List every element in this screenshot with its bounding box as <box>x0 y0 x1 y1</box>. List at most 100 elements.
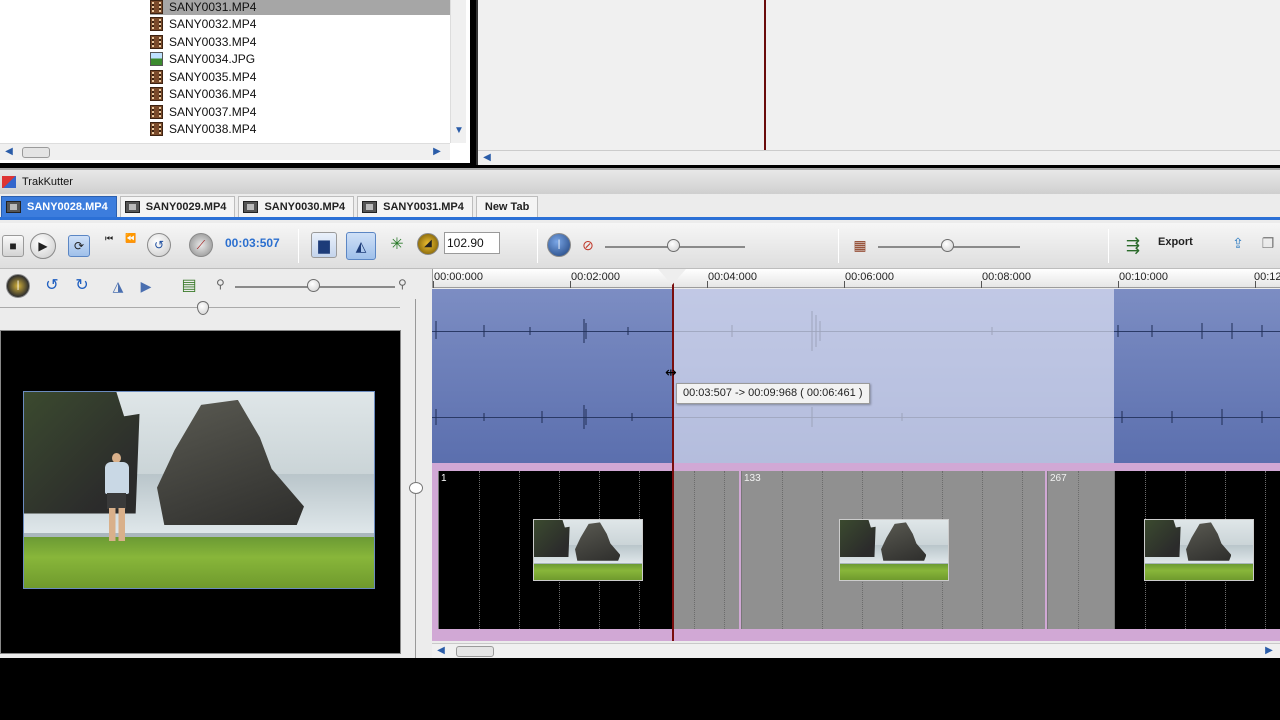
scroll-right-icon[interactable]: ▶ <box>430 145 444 159</box>
video-file-icon <box>150 121 163 136</box>
brightness-icon: | <box>557 239 561 250</box>
scroll-down-icon[interactable]: ▼ <box>452 124 466 138</box>
file-item[interactable]: SANY0037.MP4 <box>150 103 450 120</box>
clip-segment[interactable]: 133 <box>741 471 1045 629</box>
video-file-icon <box>150 69 163 84</box>
tab-sany0028[interactable]: SANY0028.MP4 <box>1 196 117 217</box>
file-item[interactable]: SANY0033.MP4 <box>150 33 450 50</box>
levels-button[interactable]: ▆ <box>311 232 337 258</box>
playhead-handle[interactable] <box>658 269 686 285</box>
clip-segment[interactable] <box>1114 471 1280 629</box>
scroll-right-icon[interactable]: ▶ <box>1262 644 1276 658</box>
preview-horizontal-scrollbar[interactable]: ◀ <box>478 150 1280 164</box>
speed-input[interactable]: 102.90 <box>444 232 500 254</box>
file-name: SANY0032.MP4 <box>169 16 257 31</box>
rotate-left-button[interactable]: ↺ <box>42 276 62 296</box>
jump-icon: ↺ <box>153 238 165 252</box>
file-name: SANY0034.JPG <box>169 51 256 66</box>
flip-horizontal-button[interactable]: ◮ <box>108 276 128 296</box>
brightness-knob[interactable]: | <box>547 233 571 257</box>
effects-button[interactable]: ✳ <box>384 232 410 258</box>
scroll-thumb[interactable] <box>456 646 494 657</box>
file-item[interactable]: SANY0034.JPG <box>150 50 450 67</box>
loop-button[interactable]: ⟳ <box>68 235 90 257</box>
playhead-line[interactable] <box>672 269 674 641</box>
audio-waveform[interactable] <box>432 289 1280 463</box>
power-button[interactable]: | <box>6 274 30 298</box>
video-file-icon <box>150 34 163 49</box>
video-thumbnail-track[interactable]: 1 133 267 <box>432 463 1280 641</box>
contrast-slider-knob[interactable] <box>941 239 954 252</box>
stop-button[interactable]: ■ <box>2 235 24 257</box>
export-button[interactable]: ⇶ <box>1116 232 1150 258</box>
scroll-thumb[interactable] <box>22 147 50 158</box>
rotate-right-icon: ↻ <box>75 277 89 294</box>
file-item[interactable]: SANY0036.MP4 <box>150 85 450 102</box>
ruler-tick: 00:10:000 <box>1119 271 1168 283</box>
scroll-left-icon[interactable]: ◀ <box>480 151 494 165</box>
video-file-icon <box>150 104 163 119</box>
tab-sany0029[interactable]: SANY0029.MP4 <box>119 196 236 217</box>
flip-vertical-button[interactable]: ▶ <box>136 276 156 296</box>
selection-range[interactable] <box>673 289 1114 463</box>
skip-start-button[interactable]: ⏮ <box>100 231 118 245</box>
tab-label: SANY0030.MP4 <box>264 201 346 213</box>
loop-icon: ⟳ <box>73 239 85 253</box>
scroll-left-icon[interactable]: ◀ <box>434 644 448 658</box>
video-preview[interactable] <box>0 330 401 654</box>
window-titlebar[interactable]: TrakKutter <box>0 168 1280 194</box>
zoom-out-icon[interactable]: ⚲ <box>216 278 225 290</box>
jump-button[interactable]: ↺ <box>147 233 171 257</box>
panel-splitter[interactable] <box>406 299 426 658</box>
scroll-left-icon[interactable]: ◀ <box>2 145 16 159</box>
play-button[interactable]: ▶ <box>30 233 56 259</box>
clip-segment[interactable] <box>673 471 739 629</box>
volume-slider-knob[interactable] <box>667 239 680 252</box>
file-item[interactable]: SANY0032.MP4 <box>150 15 450 32</box>
film-button[interactable]: ▦ <box>850 235 870 255</box>
file-item[interactable]: SANY0035.MP4 <box>150 68 450 85</box>
tab-sany0031[interactable]: SANY0031.MP4 <box>357 196 473 217</box>
speed-dial[interactable]: ⟋ <box>189 233 213 257</box>
file-item[interactable]: SANY0038.MP4 <box>150 120 450 137</box>
separator <box>1108 229 1109 263</box>
timeline[interactable]: 00:00:000 00:02:000 00:04:000 00:06:000 … <box>432 269 1280 658</box>
insert-clip-icon: ▤ <box>181 277 197 294</box>
tab-label: New Tab <box>484 201 530 213</box>
skip-back-button[interactable]: ⏪ <box>122 231 140 245</box>
editor-toolbar: | ↺ ↻ ◮ ▶ ▤ ⚲ ⚲ <box>0 269 425 299</box>
upload-icon: ⇪ <box>1232 235 1244 251</box>
clip-segment[interactable]: 267 <box>1047 471 1114 629</box>
rotate-left-icon: ↺ <box>45 277 59 294</box>
rotate-right-button[interactable]: ↻ <box>72 276 92 296</box>
zoom-in-icon[interactable]: ⚲ <box>398 278 407 290</box>
copy-button[interactable]: ❐ <box>1258 233 1278 253</box>
levels-icon: ▆ <box>318 236 330 254</box>
video-file-icon <box>150 0 163 14</box>
time-ruler[interactable]: 00:00:000 00:02:000 00:04:000 00:06:000 … <box>432 269 1280 288</box>
timeline-horizontal-scrollbar[interactable]: ◀ ▶ <box>432 643 1280 658</box>
tab-new[interactable]: New Tab <box>475 196 539 217</box>
waveform-toggle-button[interactable]: ◭ <box>346 232 376 260</box>
tempo-knob[interactable]: ◢ <box>417 233 439 255</box>
export-label[interactable]: Export <box>1158 236 1193 248</box>
file-list-horizontal-scrollbar[interactable]: ◀ ▶ <box>0 143 450 160</box>
clip-frame-number: 133 <box>744 473 761 484</box>
preview-position-marker <box>764 0 766 150</box>
flip-horizontal-icon: ◮ <box>112 278 124 294</box>
mute-button[interactable]: ⊘ <box>578 235 598 255</box>
tab-sany0030[interactable]: SANY0030.MP4 <box>238 196 355 217</box>
effects-icon: ✳ <box>390 236 404 253</box>
waveform-toggle-icon: ◭ <box>355 238 367 254</box>
file-list-vertical-scrollbar[interactable]: ▼ <box>450 0 466 143</box>
tab-label: SANY0029.MP4 <box>145 201 227 213</box>
file-item[interactable]: SANY0031.MP4 <box>150 0 450 15</box>
position-slider-knob[interactable] <box>197 301 209 315</box>
clip-segment[interactable]: 1 <box>438 471 673 629</box>
file-name: SANY0038.MP4 <box>169 121 257 136</box>
insert-clip-button[interactable]: ▤ <box>176 274 202 298</box>
file-tabs: SANY0028.MP4 SANY0029.MP4 SANY0030.MP4 S… <box>0 196 1280 220</box>
upload-button[interactable]: ⇪ <box>1228 233 1248 253</box>
zoom-slider-knob[interactable] <box>307 279 320 292</box>
preview-pane <box>476 0 1280 165</box>
